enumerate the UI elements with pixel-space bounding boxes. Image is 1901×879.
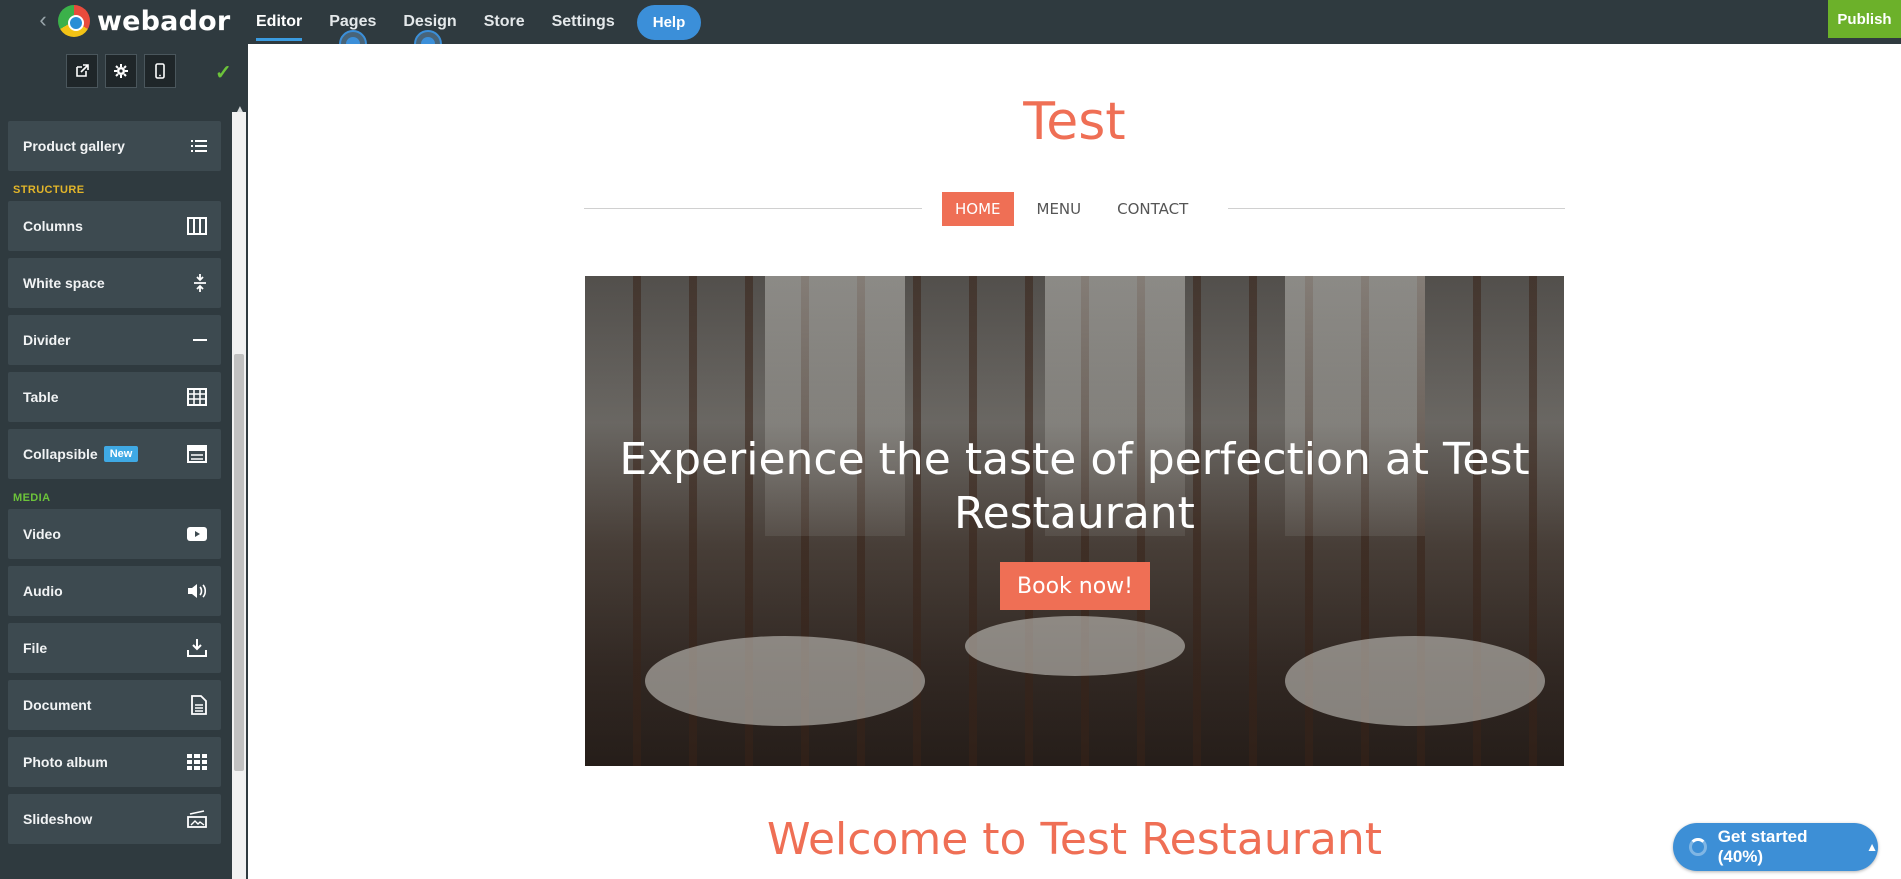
element-white-space[interactable]: White space — [8, 258, 221, 308]
gear-icon[interactable] — [105, 54, 137, 88]
element-label: Video — [23, 526, 61, 542]
nav-design[interactable]: Design — [403, 13, 456, 31]
element-label-wrap: Collapsible New — [23, 446, 139, 462]
document-icon — [191, 695, 207, 715]
sidebar-toolbar — [66, 54, 183, 88]
sidebar-scroll-thumb[interactable] — [234, 354, 244, 771]
element-audio[interactable]: Audio — [8, 566, 221, 616]
element-table[interactable]: Table — [8, 372, 221, 422]
element-video[interactable]: Video — [8, 509, 221, 559]
structure-heading: STRUCTURE — [13, 184, 85, 196]
site-title[interactable]: Test — [248, 92, 1901, 152]
element-list: Product gallery STRUCTURE Columns White … — [8, 121, 221, 851]
site-navigation: HOME MENU CONTACT — [942, 192, 1211, 226]
back-arrow-icon[interactable]: ‹ — [34, 8, 52, 32]
element-slideshow[interactable]: Slideshow — [8, 794, 221, 844]
nav-editor[interactable]: Editor — [256, 13, 303, 41]
help-button[interactable]: Help — [636, 4, 702, 40]
white-space-icon — [194, 274, 206, 292]
hero-heading[interactable]: Experience the taste of perfection at Te… — [585, 433, 1564, 541]
page-canvas: Test HOME MENU CONTACT Experience the ta… — [248, 44, 1901, 879]
hero-table — [645, 636, 925, 726]
element-product-gallery[interactable]: Product gallery — [8, 121, 221, 171]
element-label: Audio — [23, 583, 63, 599]
audio-icon — [188, 584, 207, 598]
element-label: Photo album — [23, 754, 108, 770]
site-nav-menu[interactable]: MENU — [1024, 192, 1095, 226]
file-download-icon — [187, 639, 207, 657]
open-external-icon[interactable] — [66, 54, 98, 88]
site-nav-contact[interactable]: CONTACT — [1104, 192, 1201, 226]
table-icon — [187, 388, 207, 406]
hero-table — [1285, 636, 1545, 726]
media-heading: MEDIA — [13, 492, 51, 504]
nav-store[interactable]: Store — [484, 13, 525, 31]
welcome-heading[interactable]: Welcome to Test Restaurant — [248, 814, 1901, 865]
scroll-up-arrow-icon[interactable]: ▲ — [235, 104, 245, 115]
element-label: Slideshow — [23, 811, 93, 827]
video-icon — [187, 527, 207, 541]
get-started-label: Get started (40%) — [1717, 827, 1808, 866]
mobile-preview-icon[interactable] — [144, 54, 176, 88]
nav-divider-right — [1228, 208, 1565, 209]
publish-button[interactable]: Publish — [1828, 0, 1901, 38]
slideshow-icon — [187, 810, 207, 828]
get-started-button[interactable]: Get started (40%) ▲ — [1673, 823, 1878, 871]
element-label: Product gallery — [23, 138, 125, 154]
caret-up-icon: ▲ — [1866, 840, 1878, 854]
element-label: White space — [23, 275, 105, 291]
collapsible-icon — [187, 445, 207, 463]
element-file[interactable]: File — [8, 623, 221, 673]
element-label: Columns — [23, 218, 83, 234]
element-photo-album[interactable]: Photo album — [8, 737, 221, 787]
element-label: Table — [23, 389, 59, 405]
site-nav-home[interactable]: HOME — [942, 192, 1014, 226]
logo-text: webador — [97, 5, 231, 37]
element-columns[interactable]: Columns — [8, 201, 221, 251]
nav-divider-left — [584, 208, 922, 209]
element-label: Document — [23, 697, 92, 713]
logo: webador — [58, 4, 230, 38]
logo-mark-icon — [58, 5, 90, 37]
photo-album-icon — [187, 754, 207, 770]
divider-icon — [193, 339, 207, 341]
element-document[interactable]: Document — [8, 680, 221, 730]
sidebar: ✓ ▲ Product gallery STRUCTURE Columns Wh… — [0, 44, 248, 879]
hero-table — [965, 616, 1185, 676]
new-badge: New — [103, 446, 139, 462]
editor-nav: Editor Pages Design Store Settings Help — [256, 0, 702, 44]
element-divider[interactable]: Divider — [8, 315, 221, 365]
book-now-button[interactable]: Book now! — [1000, 562, 1150, 610]
list-icon — [191, 140, 207, 152]
checkmark-icon[interactable]: ✓ — [215, 60, 232, 85]
element-label: Collapsible — [23, 446, 98, 462]
nav-pages[interactable]: Pages — [329, 13, 376, 31]
hero-banner[interactable]: Experience the taste of perfection at Te… — [585, 276, 1564, 766]
top-bar: ‹ webador Editor Pages Design Store Sett… — [0, 0, 1901, 44]
element-label: File — [23, 640, 48, 656]
progress-spinner-icon — [1689, 838, 1707, 856]
element-collapsible[interactable]: Collapsible New — [8, 429, 221, 479]
element-label: Divider — [23, 332, 71, 348]
columns-icon — [187, 217, 207, 235]
nav-settings[interactable]: Settings — [552, 13, 615, 31]
